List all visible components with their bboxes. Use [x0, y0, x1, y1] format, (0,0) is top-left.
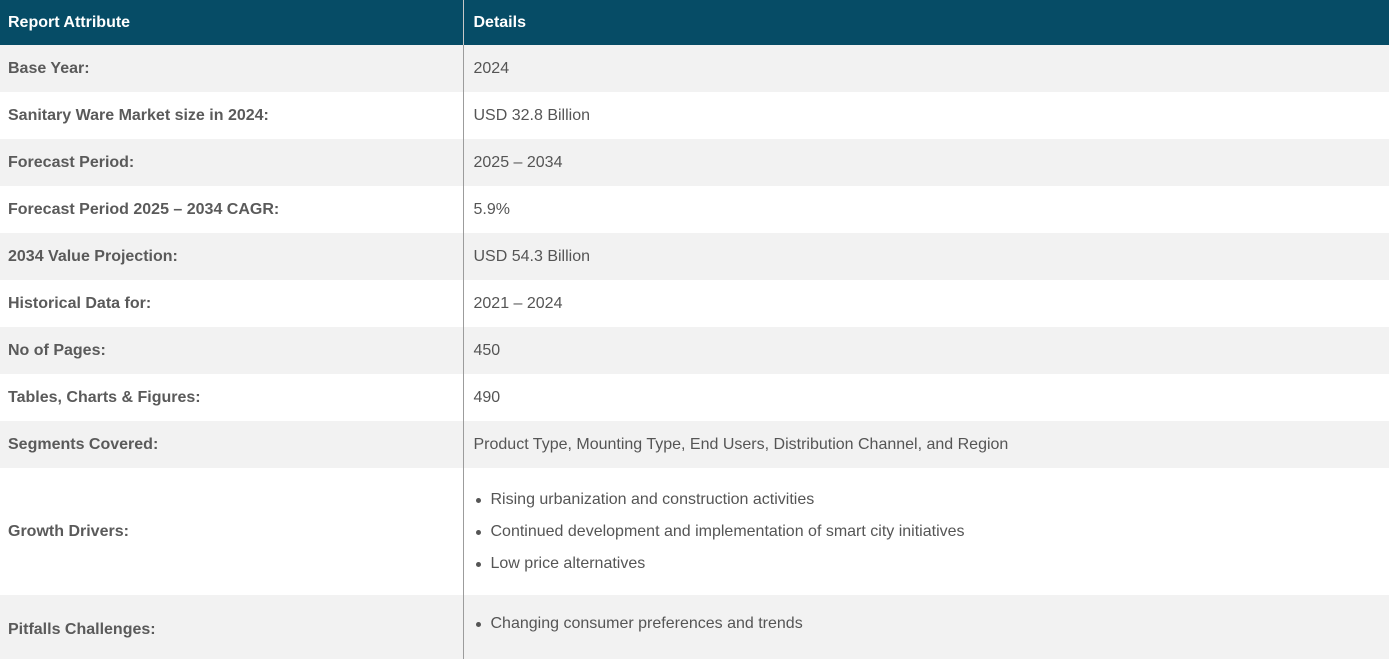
pitfalls-label: Pitfalls Challenges: — [0, 595, 463, 659]
row-value: USD 54.3 Billion — [462, 233, 1389, 280]
pitfalls-list: Changing consumer preferences and trends — [474, 608, 1382, 640]
row-value: USD 32.8 Billion — [462, 92, 1389, 139]
table-row: 2034 Value Projection: USD 54.3 Billion — [0, 233, 1389, 280]
header-report-attribute: Report Attribute — [0, 0, 463, 45]
report-attributes-table: Report Attribute Details Base Year: 2024… — [0, 0, 1389, 659]
table-row: No of Pages: 450 — [0, 327, 1389, 374]
row-label: Forecast Period 2025 – 2034 CAGR: — [0, 186, 463, 233]
row-value: 450 — [462, 327, 1389, 374]
list-item: Continued development and implementation… — [475, 516, 1382, 548]
row-label: Historical Data for: — [0, 280, 463, 327]
table-row: Base Year: 2024 — [0, 45, 1389, 92]
row-value: 2024 — [462, 45, 1389, 92]
table-row: Sanitary Ware Market size in 2024: USD 3… — [0, 92, 1389, 139]
row-label: Sanitary Ware Market size in 2024: — [0, 92, 463, 139]
table-row: Forecast Period 2025 – 2034 CAGR: 5.9% — [0, 186, 1389, 233]
growth-drivers-label: Growth Drivers: — [0, 468, 463, 595]
growth-drivers-value: Rising urbanization and construction act… — [462, 468, 1389, 595]
header-details: Details — [462, 0, 1389, 45]
list-item: Low price alternatives — [475, 548, 1382, 580]
row-label: Tables, Charts & Figures: — [0, 374, 463, 421]
row-value: 2021 – 2024 — [462, 280, 1389, 327]
table-header-row: Report Attribute Details — [0, 0, 1389, 45]
pitfalls-row: Pitfalls Challenges: Changing consumer p… — [0, 595, 1389, 659]
list-item: Rising urbanization and construction act… — [475, 484, 1382, 516]
row-value: Product Type, Mounting Type, End Users, … — [462, 421, 1389, 468]
row-label: 2034 Value Projection: — [0, 233, 463, 280]
row-value: 5.9% — [462, 186, 1389, 233]
pitfalls-value: Changing consumer preferences and trends — [462, 595, 1389, 659]
row-value: 2025 – 2034 — [462, 139, 1389, 186]
growth-drivers-row: Growth Drivers: Rising urbanization and … — [0, 468, 1389, 595]
growth-drivers-list: Rising urbanization and construction act… — [474, 484, 1382, 580]
row-label: Segments Covered: — [0, 421, 463, 468]
row-label: Base Year: — [0, 45, 463, 92]
table-row: Tables, Charts & Figures: 490 — [0, 374, 1389, 421]
row-label: No of Pages: — [0, 327, 463, 374]
table-row: Historical Data for: 2021 – 2024 — [0, 280, 1389, 327]
table-row: Forecast Period: 2025 – 2034 — [0, 139, 1389, 186]
row-label: Forecast Period: — [0, 139, 463, 186]
row-value: 490 — [462, 374, 1389, 421]
list-item: Changing consumer preferences and trends — [475, 608, 1382, 640]
table-row: Segments Covered: Product Type, Mounting… — [0, 421, 1389, 468]
